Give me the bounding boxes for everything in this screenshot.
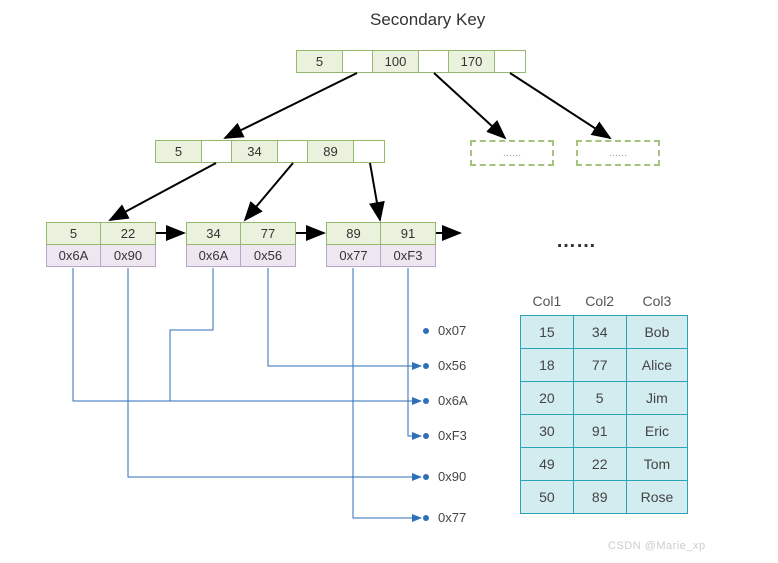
root-key-0: 5 [297, 51, 343, 72]
table-row: 1534Bob [521, 316, 688, 349]
td: 77 [573, 349, 626, 382]
int1-key-0: 5 [156, 141, 202, 162]
leaf-2-ptr-1: 0xF3 [381, 245, 435, 266]
addr-dot-2 [423, 398, 429, 404]
td: 30 [521, 415, 574, 448]
internal-node-1: 5 34 89 [155, 140, 385, 163]
table-header-0: Col1 [521, 287, 574, 316]
root-node: 5 100 170 [296, 50, 526, 73]
table-row: 4922Tom [521, 448, 688, 481]
td: Alice [626, 349, 688, 382]
td: 5 [573, 382, 626, 415]
placeholder-box-1: ...... [470, 140, 554, 166]
td: 18 [521, 349, 574, 382]
leaf-1-key-1: 77 [241, 223, 295, 244]
td: Bob [626, 316, 688, 349]
addr-label-1: 0x56 [438, 358, 466, 373]
int1-ptr-0 [202, 141, 232, 162]
int1-key-2: 89 [308, 141, 354, 162]
leaf-1-ptr-0: 0x6A [187, 245, 241, 266]
td: 20 [521, 382, 574, 415]
int1-ptr-2 [354, 141, 384, 162]
td: 34 [573, 316, 626, 349]
addr-dot-1 [423, 363, 429, 369]
addr-dot-4 [423, 474, 429, 480]
leaf-1: 34 77 0x6A 0x56 [186, 222, 296, 267]
int1-key-1: 34 [232, 141, 278, 162]
td: 50 [521, 481, 574, 514]
leaf-0-key-0: 5 [47, 223, 101, 244]
addr-dot-0 [423, 328, 429, 334]
td: 15 [521, 316, 574, 349]
page-title: Secondary Key [370, 10, 485, 30]
root-ptr-1 [419, 51, 449, 72]
table-row: 3091Eric [521, 415, 688, 448]
table-row: 5089Rose [521, 481, 688, 514]
td: 91 [573, 415, 626, 448]
leaf-0-ptr-0: 0x6A [47, 245, 101, 266]
leaf-0: 5 22 0x6A 0x90 [46, 222, 156, 267]
table-header-2: Col3 [626, 287, 688, 316]
leaf-1-key-0: 34 [187, 223, 241, 244]
td: 22 [573, 448, 626, 481]
addr-dot-3 [423, 433, 429, 439]
leaf-0-ptr-1: 0x90 [101, 245, 155, 266]
leaf-2: 89 91 0x77 0xF3 [326, 222, 436, 267]
addr-dot-5 [423, 515, 429, 521]
addr-label-4: 0x90 [438, 469, 466, 484]
table-header-1: Col2 [573, 287, 626, 316]
td: 89 [573, 481, 626, 514]
leaf-ellipsis: …… [556, 230, 596, 253]
table-row: 1877Alice [521, 349, 688, 382]
root-key-1: 100 [373, 51, 419, 72]
leaf-1-ptr-1: 0x56 [241, 245, 295, 266]
data-table: Col1 Col2 Col3 1534Bob 1877Alice 205Jim … [520, 287, 688, 514]
leaf-0-key-1: 22 [101, 223, 155, 244]
td: Eric [626, 415, 688, 448]
placeholder-box-2: ...... [576, 140, 660, 166]
watermark: CSDN @Marie_xp [608, 540, 706, 552]
td: Rose [626, 481, 688, 514]
td: 49 [521, 448, 574, 481]
int1-ptr-1 [278, 141, 308, 162]
td: Jim [626, 382, 688, 415]
root-key-2: 170 [449, 51, 495, 72]
root-ptr-0 [343, 51, 373, 72]
addr-label-5: 0x77 [438, 510, 466, 525]
root-ptr-2 [495, 51, 525, 72]
leaf-2-key-0: 89 [327, 223, 381, 244]
addr-label-2: 0x6A [438, 393, 468, 408]
leaf-2-key-1: 91 [381, 223, 435, 244]
leaf-2-ptr-0: 0x77 [327, 245, 381, 266]
td: Tom [626, 448, 688, 481]
addr-label-3: 0xF3 [438, 428, 467, 443]
table-row: 205Jim [521, 382, 688, 415]
addr-label-0: 0x07 [438, 323, 466, 338]
